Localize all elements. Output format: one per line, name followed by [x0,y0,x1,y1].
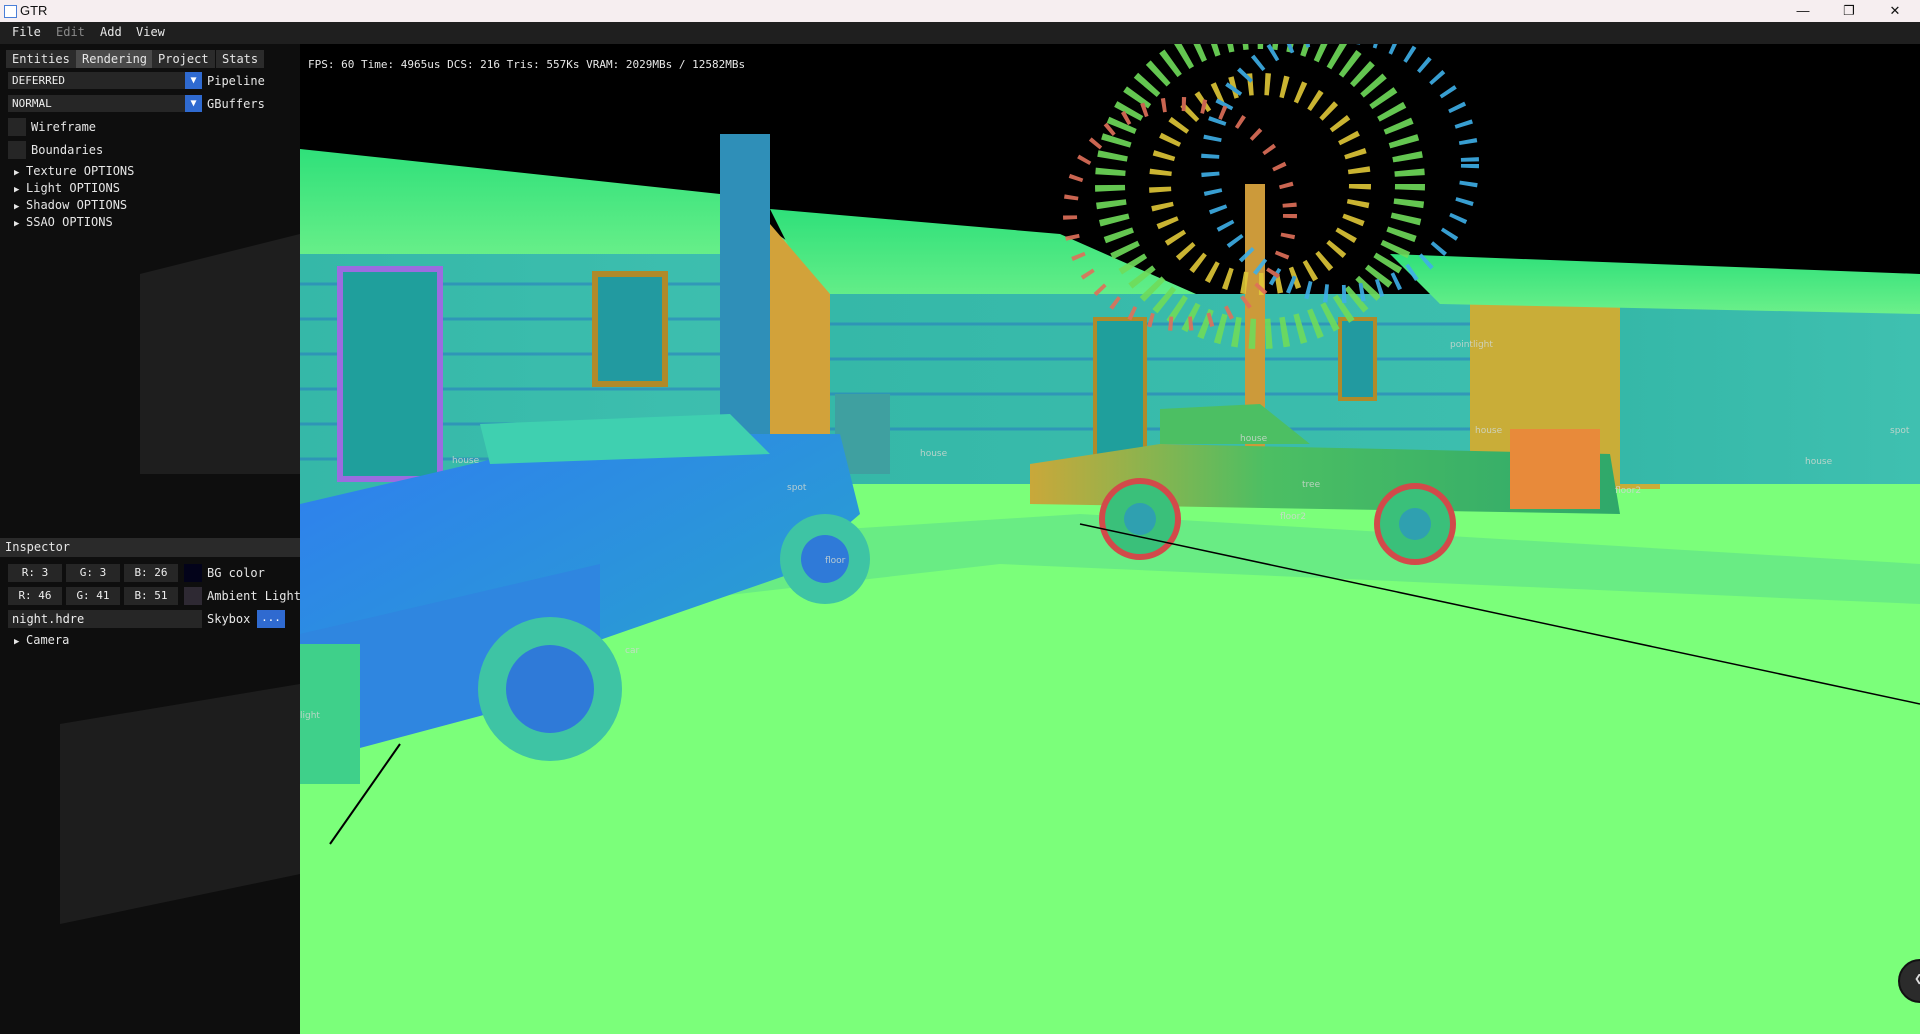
scene-viewport[interactable]: FPS: 60 Time: 4965us DCS: 216 Tris: 557K… [300,44,1920,1034]
boundaries-checkbox[interactable] [8,141,26,159]
ambient-label: Ambient Light [207,589,300,603]
wireframe-label: Wireframe [31,120,97,134]
skybox-label: Skybox [207,612,251,626]
tree-expand-icon: ▶ [14,637,20,647]
scene-tag: floor [825,556,846,566]
tab-entities[interactable]: Entities [6,50,76,68]
scene-render [300,44,1920,1034]
scene-tag: floor2 [1280,512,1307,522]
close-button[interactable]: ✕ [1872,0,1918,22]
gbuffers-label: GBuffers [207,97,265,111]
ssao-options-node[interactable]: ▶ SSAO OPTIONS [14,215,113,229]
tab-project[interactable]: Project [152,50,215,68]
scene-tag: house [1805,457,1833,467]
inspector-header[interactable]: Inspector [0,538,300,557]
scene-tag: spot [1890,426,1910,436]
boundaries-label: Boundaries [31,143,104,157]
texture-options-node[interactable]: ▶ Texture OPTIONS [14,164,134,178]
menu-bar: File Edit Add View [0,22,1920,44]
light-options-node[interactable]: ▶ Light OPTIONS [14,181,120,195]
tab-rendering[interactable]: Rendering [76,50,154,68]
dropdown-arrow-icon[interactable]: ▼ [185,72,202,89]
bg-color-swatch[interactable] [184,564,202,582]
maximize-button[interactable]: ❐ [1826,0,1872,22]
scene-tag: house [1240,434,1268,444]
chevron-left-icon: ❮ [1914,971,1920,987]
pipeline-value: DEFERRED [12,74,65,87]
tree-expand-icon: ▶ [14,185,20,195]
scene-tag: tree [1302,480,1321,490]
pipeline-select[interactable]: DEFERRED ▼ [8,72,202,89]
tree-expand-icon: ▶ [14,202,20,212]
gbuffers-value: NORMAL [12,97,52,110]
scene-tag: pointlight [1450,340,1493,350]
bg-color-label: BG color [207,566,265,580]
gbuffers-select[interactable]: NORMAL ▼ [8,95,202,112]
wireframe-checkbox[interactable] [8,118,26,136]
scene-tag: light [300,711,320,721]
bg-color-g[interactable]: G: 3 [66,564,120,582]
menu-add[interactable]: Add [100,25,122,39]
ambient-r[interactable]: R: 46 [8,587,62,605]
dropdown-arrow-icon[interactable]: ▼ [185,95,202,112]
tree-expand-icon: ▶ [14,168,20,178]
ambient-g[interactable]: G: 41 [66,587,120,605]
ambient-b[interactable]: B: 51 [124,587,178,605]
tab-stats[interactable]: Stats [216,50,265,68]
ambient-swatch[interactable] [184,587,202,605]
menu-edit[interactable]: Edit [56,25,85,39]
skybox-input[interactable]: night.hdre [8,610,202,628]
skybox-browse-button[interactable]: ... [257,610,285,628]
scene-tag: spot [787,483,807,493]
menu-file[interactable]: File [12,25,41,39]
tree-expand-icon: ▶ [14,219,20,229]
title-bar: GTR — ❐ ✕ [0,0,1920,22]
scene-tag: house [1475,426,1503,436]
bg-color-r[interactable]: R: 3 [8,564,62,582]
pipeline-label: Pipeline [207,74,265,88]
window-title: GTR [20,3,48,18]
scene-tag: car [625,646,640,656]
scene-tag: house [452,456,480,466]
shadow-options-node[interactable]: ▶ Shadow OPTIONS [14,198,127,212]
scene-tag: house [920,449,948,459]
minimize-button[interactable]: — [1780,0,1826,22]
app-icon [4,5,17,18]
left-panel: Entities Rendering Project Stats DEFERRE… [0,44,300,1034]
menu-view[interactable]: View [136,25,165,39]
scene-tag: floor2 [1615,486,1642,496]
bg-color-b[interactable]: B: 26 [124,564,178,582]
camera-node[interactable]: ▶ Camera [14,633,69,647]
render-stats: FPS: 60 Time: 4965us DCS: 216 Tris: 557K… [308,58,746,71]
